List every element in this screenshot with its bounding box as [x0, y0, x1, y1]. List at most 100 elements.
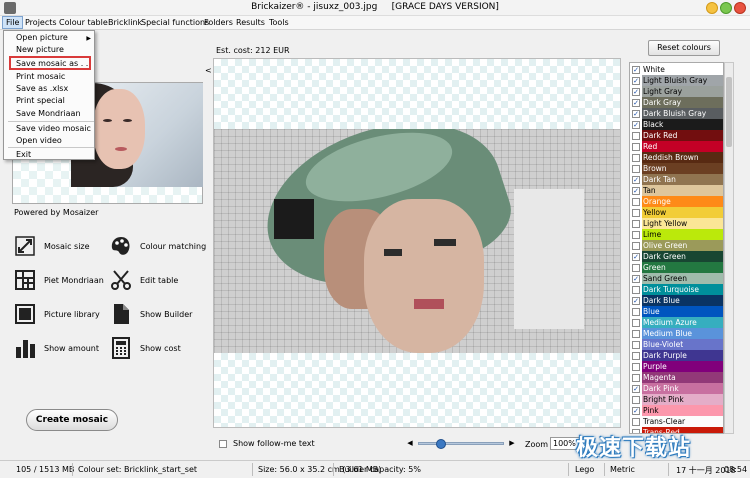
colour-checkbox[interactable]: [632, 417, 640, 426]
menu-save-video-mosaic[interactable]: Save video mosaic: [16, 124, 91, 133]
show-cost-tool[interactable]: Show cost: [110, 336, 181, 360]
colour-checkbox[interactable]: [632, 142, 640, 151]
menu-tools[interactable]: Tools: [266, 17, 292, 28]
colour-checkbox[interactable]: ✓: [632, 120, 640, 129]
zoom-slider[interactable]: ◀ ▶: [406, 438, 516, 449]
piet-mondriaan-tool[interactable]: Piet Mondriaan: [14, 268, 104, 292]
colour-checkbox[interactable]: ✓: [632, 186, 640, 195]
colour-checkbox[interactable]: ✓: [632, 98, 640, 107]
colour-row[interactable]: Light Yellow: [630, 218, 723, 229]
colour-row[interactable]: Magenta: [630, 372, 723, 383]
colour-row[interactable]: Medium Azure: [630, 317, 723, 328]
colour-row[interactable]: ✓ Light Bluish Gray: [630, 75, 723, 86]
colour-list-scrollbar[interactable]: [724, 62, 734, 434]
colour-matching-tool[interactable]: Colour matching: [110, 234, 206, 258]
create-mosaic-button[interactable]: Create mosaic: [26, 409, 118, 431]
colour-row[interactable]: Purple: [630, 361, 723, 372]
colour-checkbox[interactable]: ✓: [632, 175, 640, 184]
colour-checkbox[interactable]: ✓: [632, 274, 640, 283]
colour-checkbox[interactable]: ✓: [632, 384, 640, 393]
zoom-slider-thumb[interactable]: [436, 439, 446, 449]
colour-checkbox[interactable]: ✓: [632, 76, 640, 85]
menu-folders[interactable]: Folders: [201, 17, 236, 28]
colour-row[interactable]: Dark Red: [630, 130, 723, 141]
colour-checkbox[interactable]: [632, 395, 640, 404]
colour-row[interactable]: Blue: [630, 306, 723, 317]
colour-checkbox[interactable]: ✓: [632, 65, 640, 74]
colour-row[interactable]: Lime: [630, 229, 723, 240]
colour-row[interactable]: Orange: [630, 196, 723, 207]
colour-row[interactable]: ✓ Tan: [630, 185, 723, 196]
colour-checkbox[interactable]: [632, 318, 640, 327]
colour-checkbox[interactable]: [632, 285, 640, 294]
zoom-out-arrow-icon[interactable]: ◀: [406, 438, 414, 448]
colour-row[interactable]: ✓ Light Gray: [630, 86, 723, 97]
colour-checkbox[interactable]: [632, 351, 640, 360]
colour-checkbox[interactable]: [632, 197, 640, 206]
close-button[interactable]: [734, 2, 746, 14]
colour-row[interactable]: Reddish Brown: [630, 152, 723, 163]
mosaic-size-tool[interactable]: Mosaic size: [14, 234, 90, 258]
colour-row[interactable]: Yellow: [630, 207, 723, 218]
colour-row[interactable]: ✓ Dark Green: [630, 251, 723, 262]
colour-row[interactable]: ✓ Black: [630, 119, 723, 130]
minimize-button[interactable]: [706, 2, 718, 14]
colour-checkbox[interactable]: [632, 219, 640, 228]
colour-row[interactable]: ✓ Dark Tan: [630, 174, 723, 185]
colour-row[interactable]: Brown: [630, 163, 723, 174]
colour-checkbox[interactable]: [632, 241, 640, 250]
colour-row[interactable]: Trans-Clear: [630, 416, 723, 427]
menu-new-picture[interactable]: New picture: [16, 45, 64, 54]
colour-row[interactable]: Medium Blue: [630, 328, 723, 339]
colour-checkbox[interactable]: [632, 373, 640, 382]
colour-checkbox[interactable]: ✓: [632, 252, 640, 261]
show-amount-tool[interactable]: Show amount: [14, 336, 99, 360]
colour-row[interactable]: Olive Green: [630, 240, 723, 251]
colour-checkbox[interactable]: [632, 263, 640, 272]
reset-colours-button[interactable]: Reset colours: [648, 40, 720, 56]
colour-checkbox[interactable]: ✓: [632, 406, 640, 415]
scrollbar-thumb[interactable]: [726, 77, 732, 147]
colour-row[interactable]: Bright Pink: [630, 394, 723, 405]
follow-me-checkbox[interactable]: [219, 439, 227, 448]
menu-save-mosaic-as[interactable]: Save mosaic as . .: [16, 59, 88, 68]
menu-file[interactable]: File: [2, 16, 24, 29]
maximize-button[interactable]: [720, 2, 732, 14]
colour-checkbox[interactable]: [632, 307, 640, 316]
menu-projects[interactable]: Projects: [22, 17, 60, 28]
menu-save-mondriaan[interactable]: Save Mondriaan: [16, 109, 81, 118]
mosaic-canvas[interactable]: [213, 58, 621, 428]
colour-checkbox[interactable]: [632, 362, 640, 371]
show-builder-tool[interactable]: Show Builder: [110, 302, 192, 326]
picture-library-tool[interactable]: Picture library: [14, 302, 100, 326]
menu-open-picture[interactable]: Open picture ▶: [16, 33, 94, 42]
status-brand[interactable]: Lego: [575, 465, 594, 474]
colour-row[interactable]: ✓ Sand Green: [630, 273, 723, 284]
colour-row[interactable]: Dark Purple: [630, 350, 723, 361]
menu-open-video[interactable]: Open video: [16, 136, 62, 145]
colour-checkbox[interactable]: ✓: [632, 87, 640, 96]
colour-row[interactable]: ✓ Pink: [630, 405, 723, 416]
colour-checkbox[interactable]: ✓: [632, 296, 640, 305]
menu-print-special[interactable]: Print special: [16, 96, 65, 105]
zoom-in-arrow-icon[interactable]: ▶: [508, 438, 516, 448]
colour-checkbox[interactable]: [632, 230, 640, 239]
colour-row[interactable]: ✓ Dark Bluish Gray: [630, 108, 723, 119]
colour-row[interactable]: ✓ Dark Gray: [630, 97, 723, 108]
colour-checkbox[interactable]: ✓: [632, 109, 640, 118]
colour-row[interactable]: ✓ White: [630, 64, 723, 75]
collapse-left-panel-button[interactable]: <: [205, 66, 212, 75]
colour-row[interactable]: ✓ Dark Blue: [630, 295, 723, 306]
menu-results[interactable]: Results: [233, 17, 268, 28]
colour-checkbox[interactable]: [632, 164, 640, 173]
colour-row[interactable]: Dark Turquoise: [630, 284, 723, 295]
menu-save-as-xlsx[interactable]: Save as .xlsx: [16, 84, 68, 93]
edit-table-tool[interactable]: Edit table: [110, 268, 178, 292]
colour-row[interactable]: Red: [630, 141, 723, 152]
colour-checkbox[interactable]: [632, 131, 640, 140]
menu-print-mosaic[interactable]: Print mosaic: [16, 72, 65, 81]
colour-row[interactable]: Green: [630, 262, 723, 273]
zoom-slider-track[interactable]: [418, 442, 504, 445]
colour-checkbox[interactable]: [632, 340, 640, 349]
colour-checkbox[interactable]: [632, 329, 640, 338]
